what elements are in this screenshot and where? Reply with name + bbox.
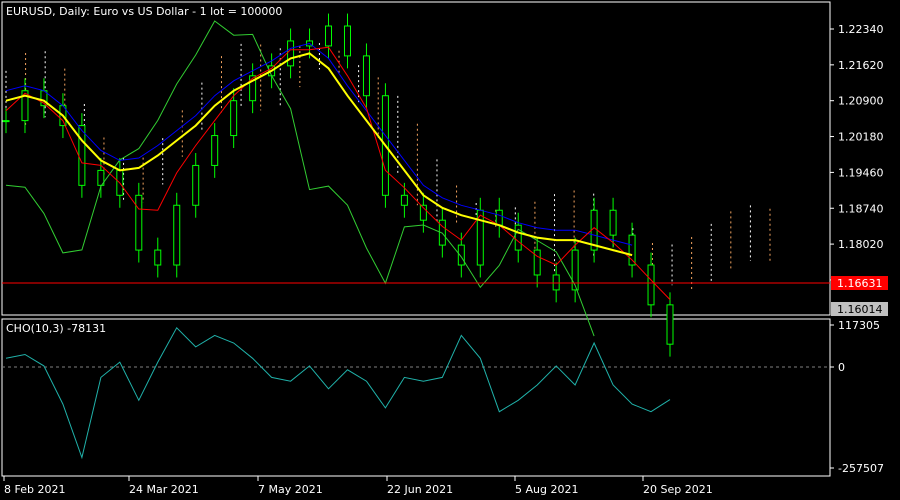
candle-body <box>173 204 181 266</box>
bid-price-label: 1.16014 <box>837 303 883 316</box>
candle-body <box>343 25 351 57</box>
candle-body <box>192 164 200 206</box>
moving-average-line <box>5 52 633 257</box>
cho-line <box>5 326 671 460</box>
tenkan-sen-line <box>5 46 671 300</box>
candle-body <box>647 264 655 306</box>
chart-canvas: 1.22340 1.21620 1.20900 1.20180 1.19460 1.187… <box>1 1 888 496</box>
candle-body <box>211 135 219 166</box>
main-panel-frame <box>1 1 831 316</box>
candle-body <box>609 209 617 236</box>
time-tick-label: 8 Feb 2021 <box>4 483 65 496</box>
oscillator-tick-label: -257507 <box>838 462 884 475</box>
cho-oscillator <box>5 326 671 460</box>
price-tick-label: 1.20900 <box>838 95 884 108</box>
candle-body <box>533 249 541 276</box>
time-tick-label: 20 Sep 2021 <box>643 483 713 496</box>
oscillator-axis: 117305 0 -257507 <box>830 319 884 475</box>
price-tick-label: 1.22340 <box>838 23 884 36</box>
candle-body <box>571 249 579 291</box>
candle-body <box>495 209 503 226</box>
candle-body <box>666 304 674 345</box>
oscillator-tick-label: 0 <box>838 361 845 374</box>
sub-panel-header: CHO(10,3) -78131 <box>6 322 106 335</box>
sub-panel-frame <box>1 318 831 477</box>
time-tick-label: 22 Jun 2021 <box>387 483 453 496</box>
time-tick-label: 5 Aug 2021 <box>515 483 578 496</box>
price-tick-label: 1.20180 <box>838 131 884 144</box>
candle-body <box>135 194 143 251</box>
candle-body <box>325 25 333 47</box>
price-tick-label: 1.18740 <box>838 202 884 215</box>
time-tick-label: 24 Mar 2021 <box>129 483 199 496</box>
oscillator-tick-label: 117305 <box>838 319 880 332</box>
price-tick-label: 1.19460 <box>838 166 884 179</box>
indicator-lines <box>5 20 671 337</box>
chikou-span-line <box>5 20 595 337</box>
price-axis: 1.22340 1.21620 1.20900 1.20180 1.19460 1.187… <box>830 23 884 287</box>
candle-body <box>230 100 238 137</box>
candle-body <box>552 274 560 291</box>
candle-body <box>400 194 408 206</box>
price-candles <box>2 13 674 357</box>
main-panel-header: EURUSD, Daily: Euro vs US Dollar - 1 lot… <box>6 5 282 18</box>
ask-price-label: 1.16631 <box>837 277 883 290</box>
candle-body <box>154 249 162 266</box>
candle-body <box>78 125 86 186</box>
kijun-sen-line <box>5 42 633 246</box>
candle-body <box>362 55 370 97</box>
candle-body <box>287 40 295 67</box>
candle-body <box>2 120 10 123</box>
price-tick-label: 1.21620 <box>838 59 884 72</box>
price-tick-label: 1.18020 <box>838 238 884 251</box>
time-tick-label: 7 May 2021 <box>258 483 323 496</box>
time-axis: 8 Feb 2021 24 Mar 2021 7 May 2021 22 Jun 20… <box>3 476 713 496</box>
